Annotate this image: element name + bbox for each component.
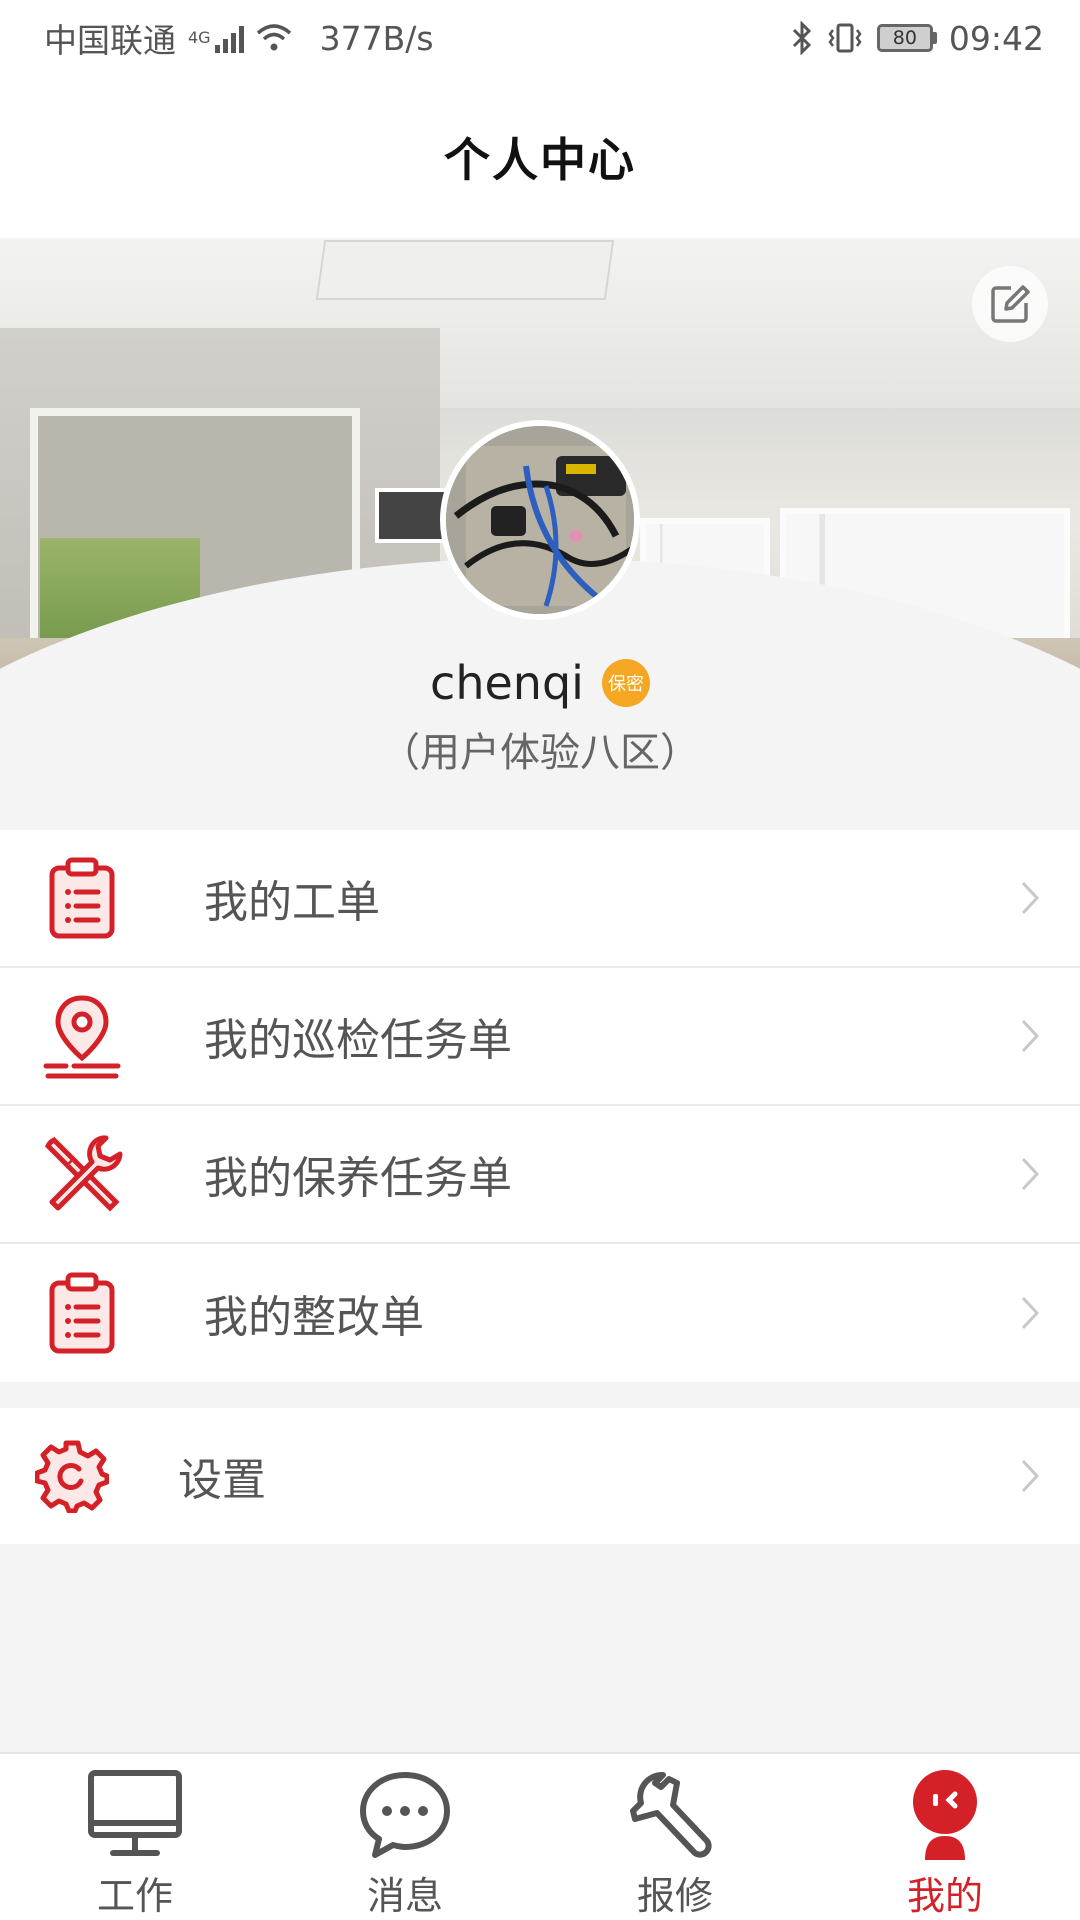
location-pin-icon — [40, 992, 124, 1080]
network-type: 4G — [188, 28, 211, 47]
wrench-icon — [625, 1764, 725, 1863]
organization-label: （用户体验八区） — [380, 730, 700, 776]
robot-avatar-icon — [895, 1764, 995, 1863]
tab-label: 消息 — [366, 1874, 443, 1918]
chevron-right-icon — [1010, 878, 1050, 918]
menu-item-my-inspection-tasks[interactable]: 我的巡检任务单 — [0, 968, 1080, 1106]
menu-item-my-work-orders[interactable]: 我的工单 — [0, 830, 1080, 968]
status-right: 80 09:42 — [791, 19, 1044, 58]
menu-item-label: 我的巡检任务单 — [204, 1015, 512, 1066]
gender-badge: 保密 — [601, 659, 650, 707]
settings-label: 设置 — [178, 1455, 266, 1506]
battery-level: 80 — [876, 24, 933, 52]
chevron-right-icon — [1010, 1154, 1050, 1194]
tab-repair[interactable]: 报修 — [540, 1754, 810, 1920]
gear-icon — [34, 1432, 110, 1520]
clock: 09:42 — [948, 18, 1044, 58]
status-left: 中国联通 4G 377B/s — [44, 14, 434, 62]
avatar[interactable] — [440, 420, 640, 620]
bluetooth-icon — [792, 21, 812, 55]
bottom-tab-bar: 工作 消息 报修 我的 — [0, 1752, 1080, 1920]
tab-mine[interactable]: 我的 — [810, 1754, 1080, 1920]
page-header: 个人中心 — [0, 76, 1080, 238]
carrier-name: 中国联通 — [44, 21, 176, 60]
menu-item-label: 我的工单 — [204, 877, 380, 928]
tab-label: 报修 — [636, 1874, 713, 1918]
chat-bubble-icon — [355, 1764, 455, 1863]
tab-messages[interactable]: 消息 — [270, 1754, 540, 1920]
clipboard-icon — [40, 1269, 124, 1357]
menu-list: 我的工单 我的巡检任务单 我的保养任务单 我的整改单 — [0, 830, 1080, 1382]
page-title: 个人中心 — [444, 133, 636, 187]
edit-icon — [991, 285, 1030, 323]
tools-icon — [40, 1130, 124, 1218]
menu-item-my-rectification-orders[interactable]: 我的整改单 — [0, 1244, 1080, 1382]
menu-item-settings[interactable]: 设置 — [0, 1408, 1080, 1544]
status-bar: 中国联通 4G 377B/s 80 09:42 — [0, 0, 1080, 76]
menu-item-my-maintenance-tasks[interactable]: 我的保养任务单 — [0, 1106, 1080, 1244]
chevron-right-icon — [1010, 1016, 1050, 1056]
tab-work[interactable]: 工作 — [0, 1754, 270, 1920]
chevron-right-icon — [1010, 1456, 1050, 1496]
signal-icon — [214, 23, 244, 53]
username: chenqi — [430, 656, 584, 710]
wifi-icon — [256, 24, 291, 51]
monitor-icon — [85, 1764, 185, 1863]
clipboard-icon — [40, 854, 124, 942]
battery-icon: 80 — [876, 24, 937, 52]
network-speed: 377B/s — [319, 18, 434, 58]
chevron-right-icon — [1010, 1293, 1050, 1333]
menu-item-label: 我的保养任务单 — [204, 1153, 512, 1204]
profile-banner: chenqi 保密 （用户体验八区） — [0, 238, 1080, 828]
tab-label: 工作 — [96, 1874, 173, 1918]
edit-profile-button[interactable] — [972, 266, 1048, 342]
menu-item-label: 我的整改单 — [204, 1292, 424, 1343]
vibrate-icon — [828, 23, 862, 53]
username-row: chenqi 保密 — [0, 656, 1080, 710]
tab-label: 我的 — [906, 1874, 983, 1918]
